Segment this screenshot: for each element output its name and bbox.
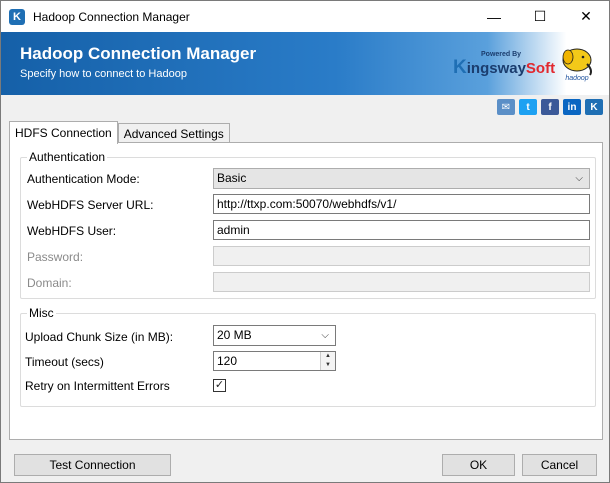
checkmark-icon: ✓ <box>214 379 225 391</box>
retry-label: Retry on Intermittent Errors <box>25 379 170 393</box>
chunk-size-select[interactable]: 20 MB ⌵ <box>213 325 336 346</box>
dialog-window: K Hadoop Connection Manager — ☐ ✕ Hadoop… <box>0 0 610 483</box>
email-icon[interactable]: ✉ <box>497 99 515 115</box>
kingsway-app-icon: K <box>9 8 25 25</box>
chevron-down-icon: ⌵ <box>575 173 583 184</box>
close-button[interactable]: ✕ <box>563 1 609 32</box>
auth-mode-value: Basic <box>217 171 247 185</box>
authentication-group-label: Authentication <box>27 150 108 164</box>
user-input[interactable] <box>213 220 590 240</box>
misc-group-label: Misc <box>27 306 56 320</box>
chunk-size-label: Upload Chunk Size (in MB): <box>25 330 174 344</box>
url-input[interactable] <box>213 194 590 214</box>
tab-advanced-settings[interactable]: Advanced Settings <box>117 123 230 144</box>
maximize-button[interactable]: ☐ <box>517 1 563 32</box>
facebook-icon[interactable]: f <box>541 99 559 115</box>
tab-hdfs-connection[interactable]: HDFS Connection <box>9 121 118 144</box>
kingsway-icon[interactable]: K <box>585 99 603 115</box>
timeout-label: Timeout (secs) <box>25 355 104 369</box>
user-label: WebHDFS User: <box>27 224 117 238</box>
auth-mode-label: Authentication Mode: <box>27 172 140 186</box>
domain-label: Domain: <box>27 276 72 290</box>
timeout-spinbox[interactable]: 120 ▲ ▼ <box>213 351 336 371</box>
caption-buttons: — ☐ ✕ <box>471 1 609 32</box>
window-title: Hadoop Connection Manager <box>33 9 190 24</box>
linkedin-icon[interactable]: in <box>563 99 581 115</box>
minimize-button[interactable]: — <box>471 1 517 32</box>
retry-checkbox[interactable]: ✓ <box>213 379 226 392</box>
close-icon: ✕ <box>580 8 592 24</box>
auth-mode-select[interactable]: Basic ⌵ <box>213 168 590 189</box>
cancel-button[interactable]: Cancel <box>522 454 597 476</box>
title-bar[interactable]: K Hadoop Connection Manager — ☐ ✕ <box>1 1 609 32</box>
misc-group: Misc Upload Chunk Size (in MB): 20 MB ⌵ … <box>20 306 596 407</box>
svg-text:hadoop: hadoop <box>565 75 588 82</box>
twitter-icon[interactable]: t <box>519 99 537 115</box>
hdfs-connection-panel: Authentication Authentication Mode: Basi… <box>9 142 603 440</box>
header-banner: Hadoop Connection Manager Specify how to… <box>1 32 609 95</box>
url-label: WebHDFS Server URL: <box>27 198 154 212</box>
authentication-group: Authentication Authentication Mode: Basi… <box>20 150 596 299</box>
spin-arrows-icon[interactable]: ▲ ▼ <box>320 352 335 370</box>
logo-wordmark: KingswaySoft <box>453 57 556 78</box>
minimize-icon: — <box>487 8 501 25</box>
password-input[interactable] <box>213 246 590 266</box>
maximize-icon: ☐ <box>533 8 547 24</box>
ok-button[interactable]: OK <box>442 454 515 476</box>
social-links: ✉ t f in K <box>497 99 603 115</box>
banner-subtitle: Specify how to connect to Hadoop <box>20 68 187 80</box>
chunk-size-value: 20 MB <box>217 328 252 342</box>
chevron-down-icon: ⌵ <box>321 330 329 341</box>
password-label: Password: <box>27 250 84 264</box>
tab-strip: HDFS Connection Advanced Settings <box>9 121 230 144</box>
timeout-value: 120 <box>217 354 238 368</box>
test-connection-button[interactable]: Test Connection <box>14 454 171 476</box>
domain-input[interactable] <box>213 272 590 292</box>
banner-title: Hadoop Connection Manager <box>20 44 257 63</box>
hadoop-elephant-icon: hadoop <box>562 48 592 82</box>
kingswaysoft-logo: Powered By KingswaySoft <box>453 51 555 78</box>
